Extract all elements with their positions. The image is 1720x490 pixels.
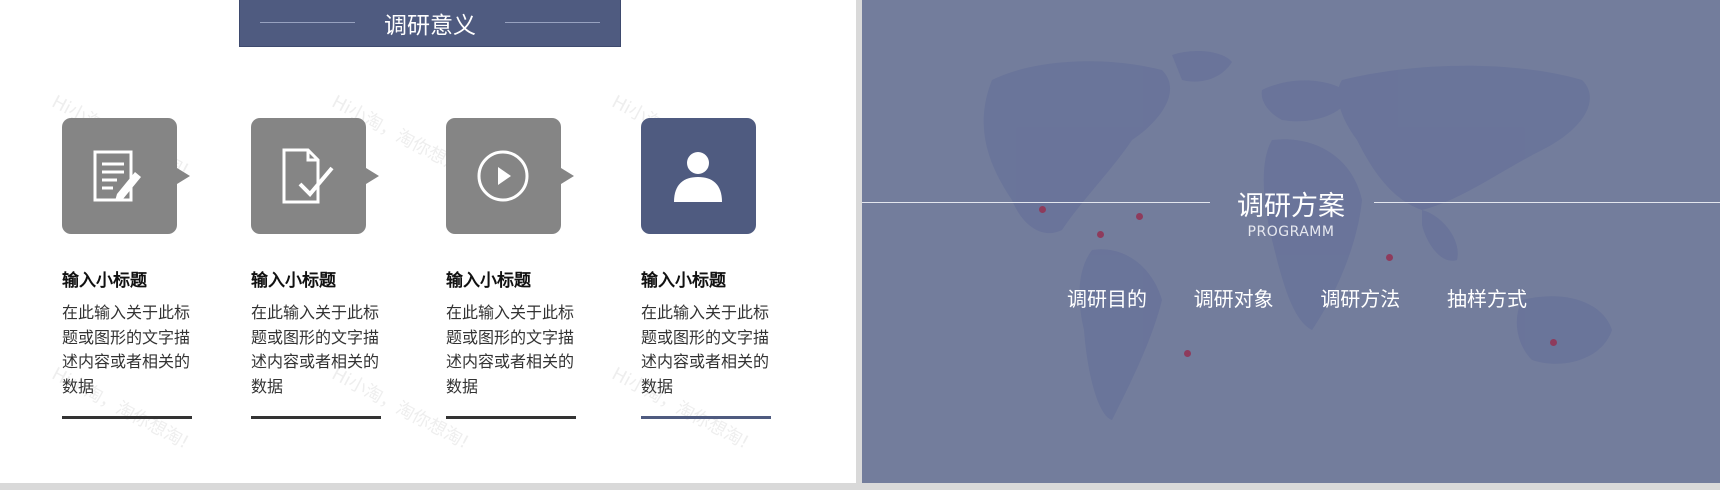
agenda-item-purpose[interactable]: 调研目的 xyxy=(1067,283,1147,312)
user-icon xyxy=(674,152,722,202)
card-1-icon-box xyxy=(62,118,190,234)
title-tab: 调研意义 xyxy=(239,0,621,47)
card-1-desc: 在此输入关于此标题或图形的文字描述内容或者相关的数据 xyxy=(62,303,191,396)
card-2-icon-box xyxy=(251,118,379,234)
world-map-icon xyxy=(983,50,1612,420)
card-1: 输入小标题 在此输入关于此标题或图形的文字描述内容或者相关的数据 xyxy=(62,118,197,419)
document-check-icon xyxy=(282,148,334,204)
card-3: 输入小标题 在此输入关于此标题或图形的文字描述内容或者相关的数据 xyxy=(446,118,581,419)
map-marker-4 xyxy=(1386,254,1393,261)
card-4-rule xyxy=(641,416,771,419)
card-1-rule xyxy=(62,416,192,419)
card-2-desc: 在此输入关于此标题或图形的文字描述内容或者相关的数据 xyxy=(251,303,380,396)
card-3-icon-box xyxy=(446,118,574,234)
play-circle-icon[interactable] xyxy=(475,148,531,204)
card-3-notch xyxy=(561,168,574,184)
map-marker-5 xyxy=(1184,350,1191,357)
document-edit-icon xyxy=(93,150,141,202)
card-4-icon-box xyxy=(641,118,756,234)
card-2: 输入小标题 在此输入关于此标题或图形的文字描述内容或者相关的数据 xyxy=(251,118,386,419)
map-marker-6 xyxy=(1550,339,1557,346)
agenda-item-sampling[interactable]: 抽样方式 xyxy=(1447,283,1527,312)
right-slide-subtitle: PROGRAMM xyxy=(1247,224,1335,240)
left-slide: 调研意义 Hi小淘，淘你想淘! Hi小淘，淘你想淘! Hi小淘，淘你想淘! Hi… xyxy=(0,0,856,483)
card-2-notch xyxy=(366,168,379,184)
agenda-item-subjects[interactable]: 调研对象 xyxy=(1194,283,1274,312)
card-4-desc: 在此输入关于此标题或图形的文字描述内容或者相关的数据 xyxy=(641,303,770,396)
card-2-rule xyxy=(251,416,381,419)
agenda-item-methods[interactable]: 调研方法 xyxy=(1320,283,1400,312)
card-4-heading: 输入小标题 xyxy=(641,271,726,291)
left-slide-title: 调研意义 xyxy=(384,13,476,39)
card-3-desc: 在此输入关于此标题或图形的文字描述内容或者相关的数据 xyxy=(446,303,575,396)
card-3-heading: 输入小标题 xyxy=(446,271,531,291)
right-slide: 调研方案 PROGRAMM 调研目的 调研对象 调研方法 抽样方式 xyxy=(862,0,1720,483)
agenda-list: 调研目的 调研对象 调研方法 抽样方式 xyxy=(1067,283,1527,312)
right-slide-title: 调研方案 xyxy=(1237,191,1345,222)
card-3-rule xyxy=(446,416,576,419)
card-1-notch xyxy=(177,168,190,184)
title-tab-line-right xyxy=(505,22,600,23)
card-2-heading: 输入小标题 xyxy=(251,271,336,291)
card-4: 输入小标题 在此输入关于此标题或图形的文字描述内容或者相关的数据 xyxy=(641,118,776,419)
card-1-heading: 输入小标题 xyxy=(62,271,147,291)
